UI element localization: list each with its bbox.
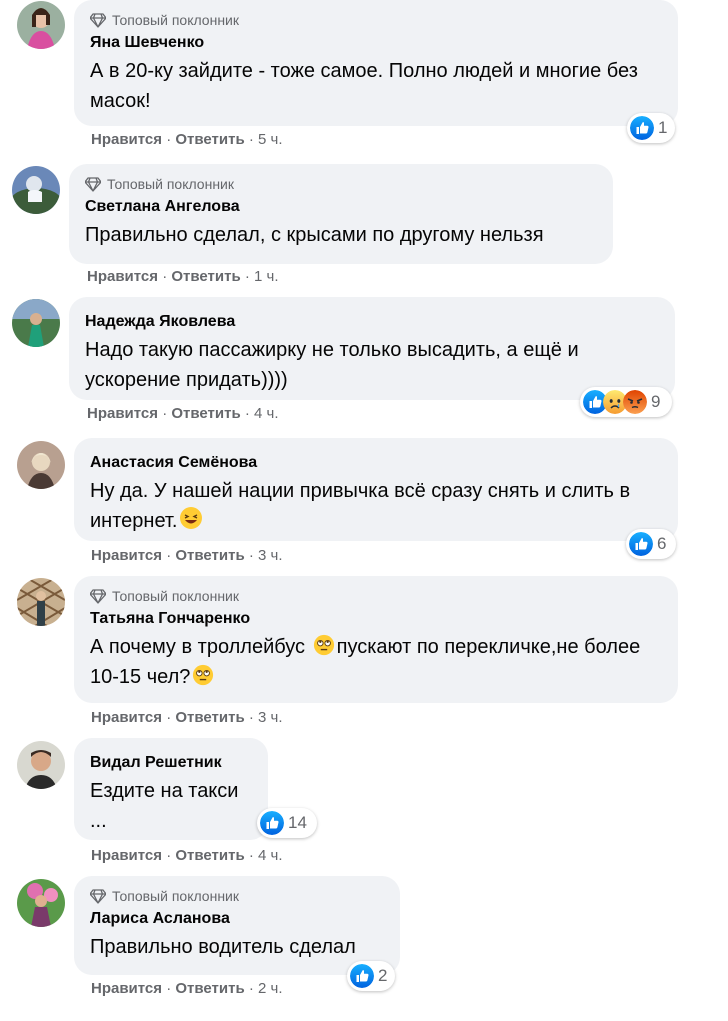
comment-author[interactable]: Видал Решетник <box>90 752 252 774</box>
separator: · <box>244 980 259 997</box>
separator: · <box>162 547 176 564</box>
like-link[interactable]: Нравится <box>91 847 162 864</box>
comment-actions: Нравится · Ответить · 5 ч. <box>91 131 283 148</box>
top-fan-badge: Топовый поклонник <box>90 586 662 606</box>
comment-actions: Нравится · Ответить · 4 ч. <box>87 405 279 422</box>
reply-link[interactable]: Ответить <box>171 268 240 285</box>
reaction-count: 9 <box>651 392 661 411</box>
separator: · <box>244 131 259 148</box>
like-link[interactable]: Нравится <box>87 405 158 422</box>
reaction-count: 14 <box>288 813 307 832</box>
avatar[interactable] <box>12 299 60 347</box>
separator: · <box>158 268 172 285</box>
comment-author[interactable]: Татьяна Гончаренко <box>90 608 662 630</box>
comment-bubble: Топовый поклонник Яна Шевченко А в 20-ку… <box>74 0 678 126</box>
avatar[interactable] <box>17 741 65 789</box>
avatar[interactable] <box>12 166 60 214</box>
like-icon <box>629 532 653 556</box>
separator: · <box>158 405 172 422</box>
like-icon <box>260 811 284 835</box>
diamond-icon <box>85 176 101 192</box>
like-icon <box>630 116 654 140</box>
rolling-eyes-emoji-icon <box>193 664 214 686</box>
comment-bubble: Топовый поклонник Татьяна Гончаренко А п… <box>74 576 678 703</box>
reply-link[interactable]: Ответить <box>175 709 244 726</box>
separator: · <box>244 709 259 726</box>
like-link[interactable]: Нравится <box>91 709 162 726</box>
top-fan-badge: Топовый поклонник <box>90 10 662 30</box>
like-link[interactable]: Нравится <box>91 980 162 997</box>
separator: · <box>162 847 176 864</box>
comment-time[interactable]: 4 ч. <box>254 405 279 422</box>
like-icon <box>350 964 374 988</box>
comment-text: Правильно сделал, с крысами по другому н… <box>85 224 544 246</box>
reply-link[interactable]: Ответить <box>175 980 244 997</box>
diamond-icon <box>90 588 106 604</box>
comment-text: Надо такую пассажирку не только высадить… <box>85 339 585 391</box>
reaction-count: 2 <box>378 966 388 985</box>
comment-actions: Нравится · Ответить · 2 ч. <box>91 980 283 997</box>
comment-author[interactable]: Светлана Ангелова <box>85 196 597 218</box>
comment-time[interactable]: 1 ч. <box>254 268 279 285</box>
comment-author[interactable]: Анастасия Семёнова <box>90 452 662 474</box>
like-link[interactable]: Нравится <box>87 268 158 285</box>
reaction-summary[interactable]: 9 <box>580 387 672 417</box>
separator: · <box>240 405 255 422</box>
avatar[interactable] <box>17 441 65 489</box>
comment-text: А в 20-ку зайдите - тоже самое. Полно лю… <box>90 60 644 112</box>
rolling-eyes-emoji-icon <box>313 634 334 656</box>
separator: · <box>244 547 259 564</box>
angry-icon <box>623 390 647 414</box>
comment-time[interactable]: 3 ч. <box>258 547 283 564</box>
avatar[interactable] <box>17 1 65 49</box>
comment-actions: Нравится · Ответить · 3 ч. <box>91 709 283 726</box>
comment-text: Правильно водитель сделал <box>90 936 356 958</box>
reply-link[interactable]: Ответить <box>175 847 244 864</box>
reaction-count: 1 <box>658 118 668 137</box>
reaction-count: 6 <box>657 534 667 553</box>
separator: · <box>162 980 176 997</box>
separator: · <box>162 709 176 726</box>
reaction-summary[interactable]: 6 <box>626 529 676 559</box>
comment-actions: Нравится · Ответить · 1 ч. <box>87 268 279 285</box>
comment-author[interactable]: Надежда Яковлева <box>85 311 659 333</box>
comment-actions: Нравится · Ответить · 3 ч. <box>91 547 283 564</box>
comment-time[interactable]: 5 ч. <box>258 131 283 148</box>
reaction-summary[interactable]: 14 <box>257 808 317 838</box>
reaction-summary[interactable]: 2 <box>347 961 395 991</box>
diamond-icon <box>90 12 106 28</box>
comment-author[interactable]: Яна Шевченко <box>90 32 662 54</box>
comment-text: А почему в троллейбус пускают по перекли… <box>90 634 641 688</box>
laughing-emoji-icon <box>180 507 203 529</box>
comment-text: Ездите на такси ... <box>90 780 239 832</box>
comment-time[interactable]: 3 ч. <box>258 709 283 726</box>
reaction-summary[interactable]: 1 <box>627 113 675 143</box>
comment-time[interactable]: 2 ч. <box>258 980 283 997</box>
diamond-icon <box>90 888 106 904</box>
separator: · <box>244 847 259 864</box>
comment-bubble: Топовый поклонник Лариса Асланова Правил… <box>74 876 400 975</box>
comment-actions: Нравится · Ответить · 4 ч. <box>91 847 283 864</box>
like-link[interactable]: Нравится <box>91 547 162 564</box>
top-fan-badge: Топовый поклонник <box>90 886 384 906</box>
comment-bubble: Анастасия Семёнова Ну да. У нашей нации … <box>74 438 678 541</box>
comment-text: Ну да. У нашей нации привычка всё сразу … <box>90 480 631 532</box>
reply-link[interactable]: Ответить <box>175 547 244 564</box>
comment-bubble: Надежда Яковлева Надо такую пассажирку н… <box>69 297 675 400</box>
comment-bubble: Видал Решетник Ездите на такси ... <box>74 738 268 840</box>
like-link[interactable]: Нравится <box>91 131 162 148</box>
avatar[interactable] <box>17 879 65 927</box>
avatar[interactable] <box>17 578 65 626</box>
reply-link[interactable]: Ответить <box>175 131 244 148</box>
reply-link[interactable]: Ответить <box>171 405 240 422</box>
comment-time[interactable]: 4 ч. <box>258 847 283 864</box>
separator: · <box>162 131 176 148</box>
comment-bubble: Топовый поклонник Светлана Ангелова Прав… <box>69 164 613 264</box>
comment-author[interactable]: Лариса Асланова <box>90 908 384 930</box>
top-fan-badge: Топовый поклонник <box>85 174 597 194</box>
separator: · <box>240 268 255 285</box>
